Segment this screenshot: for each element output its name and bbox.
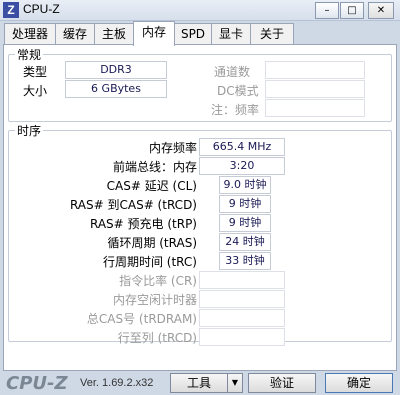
tras-label: 循环周期 (tRAS) <box>107 236 197 250</box>
channels-value <box>265 61 365 79</box>
tab-cpu[interactable]: 处理器 <box>4 23 56 44</box>
nb-frequency-value <box>265 99 365 117</box>
total-cas-label: 总CAS号 (tRDRAM) <box>86 312 197 326</box>
size-label: 大小 <box>23 84 48 98</box>
footer-bar: CPU-Z Ver. 1.69.2.x32 工具 ▼ 验证 确定 <box>0 370 400 395</box>
trcd-label: RAS# 到CAS# (tRCD) <box>69 198 197 212</box>
tab-about[interactable]: 关于 <box>250 23 294 44</box>
command-rate-value <box>199 271 285 289</box>
dram-idle-timer-label: 内存空闲计时器 <box>112 293 197 307</box>
validate-button[interactable]: 验证 <box>248 373 316 393</box>
trp-value: 9 时钟 <box>219 214 271 232</box>
tab-caches[interactable]: 缓存 <box>55 23 95 44</box>
cas-latency-label: CAS# 延迟 (CL) <box>106 179 197 193</box>
tab-spd[interactable]: SPD <box>174 23 212 44</box>
channels-label: 通道数 <box>214 65 251 79</box>
cas-latency-value: 9.0 时钟 <box>219 176 271 194</box>
trcd-value: 9 时钟 <box>219 195 271 213</box>
command-rate-label: 指令比率 (CR) <box>119 274 197 288</box>
timings-group-title: 时序 <box>15 122 44 139</box>
trc-label: 行周期时间 (tRC) <box>102 255 197 269</box>
fsb-dram-value: 3:20 <box>199 157 285 175</box>
fsb-dram-label: 前端总线：内存 <box>112 160 197 174</box>
dram-frequency-value: 665.4 MHz <box>199 138 285 156</box>
type-label: 类型 <box>23 65 48 79</box>
tab-memory[interactable]: 内存 <box>133 21 175 46</box>
maximize-button[interactable]: □ <box>340 2 364 19</box>
version-text: Ver. 1.69.2.x32 <box>80 377 154 389</box>
tab-graphics[interactable]: 显卡 <box>211 23 251 44</box>
tras-value: 24 时钟 <box>219 233 271 251</box>
cpuz-app-icon: Z <box>3 2 19 18</box>
timings-group: 时序 内存频率 665.4 MHz 前端总线：内存 3:20 CAS# 延迟 (… <box>8 122 392 346</box>
trp-label: RAS# 预充电 (tRP) <box>89 217 197 231</box>
tab-strip: 处理器 缓存 主板 内存 SPD 显卡 关于 <box>4 21 396 46</box>
memory-panel: 常规 类型 DDR3 大小 6 GBytes 通道数 DC模式 注：频率 时序 … <box>3 44 397 371</box>
dc-mode-label: DC模式 <box>217 84 259 98</box>
general-group: 常规 类型 DDR3 大小 6 GBytes 通道数 DC模式 注：频率 <box>8 46 392 122</box>
size-value: 6 GBytes <box>65 80 167 98</box>
row-to-column-value <box>199 328 285 346</box>
title-bar: Z CPU-Z – □ ✕ <box>0 0 400 21</box>
window-title: CPU-Z <box>23 2 60 16</box>
cpuz-brand-logo: CPU-Z <box>6 373 68 394</box>
close-button[interactable]: ✕ <box>368 2 394 19</box>
nb-frequency-label: 注：频率 <box>211 103 260 117</box>
type-value: DDR3 <box>65 61 167 79</box>
dc-mode-value <box>265 80 365 98</box>
total-cas-value <box>199 309 285 327</box>
ok-button[interactable]: 确定 <box>325 373 393 393</box>
dram-idle-timer-value <box>199 290 285 308</box>
tools-button[interactable]: 工具 <box>170 373 228 393</box>
general-group-title: 常规 <box>15 46 44 63</box>
tab-mainboard[interactable]: 主板 <box>94 23 134 44</box>
trc-value: 33 时钟 <box>219 252 271 270</box>
row-to-column-label: 行至列 (tRCD) <box>117 331 197 345</box>
tools-dropdown-arrow-icon[interactable]: ▼ <box>227 373 243 393</box>
minimize-button[interactable]: – <box>315 2 339 19</box>
dram-frequency-label: 内存频率 <box>148 141 197 155</box>
